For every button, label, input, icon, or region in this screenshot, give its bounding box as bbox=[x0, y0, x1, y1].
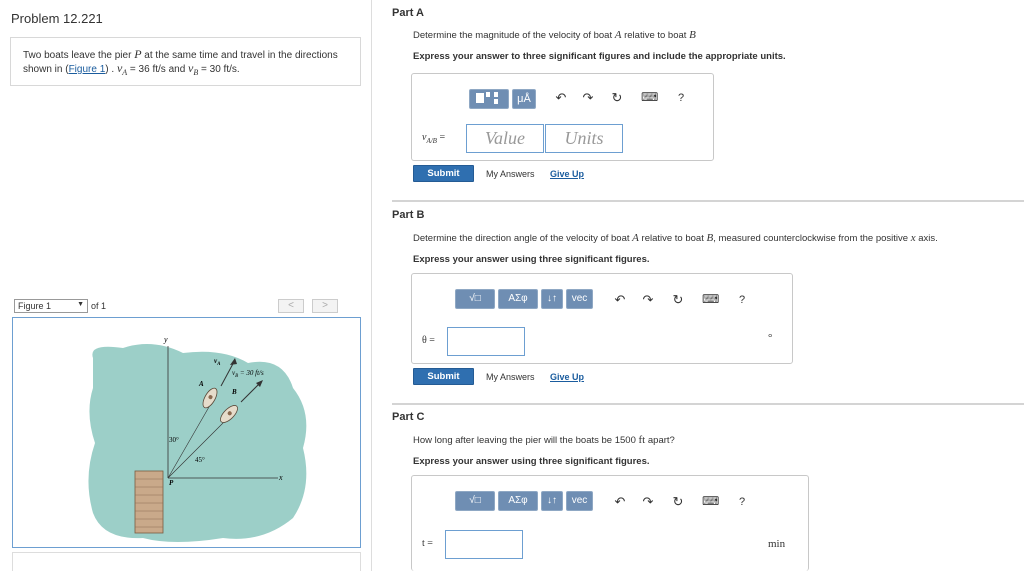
y-axis-label: y bbox=[163, 335, 168, 344]
degree-unit: ° bbox=[768, 332, 773, 344]
arrows-button[interactable]: ↓↑ bbox=[541, 491, 563, 511]
greek-button[interactable]: ΑΣφ bbox=[498, 289, 538, 309]
reset-icon[interactable]: ↻ bbox=[670, 292, 686, 308]
time-input[interactable] bbox=[445, 530, 523, 559]
part-b-submit-button[interactable]: Submit bbox=[413, 368, 474, 385]
help-icon[interactable]: ? bbox=[673, 92, 689, 104]
boat-b-label: B bbox=[231, 388, 237, 396]
boats-diagram: y x P A B vA vB = 30 ft/s 30° 45° bbox=[88, 335, 307, 542]
vector-button[interactable]: vec bbox=[566, 491, 593, 511]
part-b-give-up-link[interactable]: Give Up bbox=[550, 372, 584, 382]
problem-title: Problem 12.221 bbox=[11, 11, 103, 26]
figure-link[interactable]: Figure 1 bbox=[69, 64, 106, 75]
undo-icon[interactable]: ↶ bbox=[612, 292, 628, 308]
vector-button[interactable]: vec bbox=[566, 289, 593, 309]
angle-30-label: 30° bbox=[169, 436, 179, 444]
figure-select[interactable]: Figure 1 ▼ bbox=[14, 299, 88, 313]
units-input[interactable]: Units bbox=[545, 124, 623, 153]
part-a-instruction: Express your answer to three significant… bbox=[413, 51, 786, 62]
part-a-title[interactable]: Part A bbox=[392, 7, 424, 19]
redo-icon[interactable]: ↷ bbox=[580, 90, 596, 106]
help-icon[interactable]: ? bbox=[734, 496, 750, 508]
part-a-answer-label: vA/B = bbox=[422, 132, 446, 145]
part-b-my-answers-link[interactable]: My Answers bbox=[486, 372, 535, 382]
templates-button[interactable]: √□ bbox=[455, 289, 495, 309]
water-area bbox=[88, 344, 307, 542]
part-a-answer-box: μÅ ↶ ↷ ↻ ⌨ ? vA/B = Value Units bbox=[411, 73, 714, 161]
templates-button[interactable] bbox=[469, 89, 509, 109]
boat-a-label: A bbox=[198, 380, 204, 388]
part-c-answer-box: √□ ΑΣφ ↓↑ vec ↶ ↷ ↻ ⌨ ? t = min bbox=[411, 475, 809, 571]
parts-panel: Part A Determine the magnitude of the ve… bbox=[372, 0, 1024, 571]
part-a-question: Determine the magnitude of the velocity … bbox=[413, 29, 696, 41]
divider bbox=[392, 403, 1024, 405]
arrows-button[interactable]: ↓↑ bbox=[541, 289, 563, 309]
part-a-my-answers-link[interactable]: My Answers bbox=[486, 169, 535, 179]
pier-label: P bbox=[169, 479, 174, 487]
undo-icon[interactable]: ↶ bbox=[553, 90, 569, 106]
value-input[interactable]: Value bbox=[466, 124, 544, 153]
part-b-question: Determine the direction angle of the vel… bbox=[413, 232, 938, 244]
template-icon bbox=[476, 92, 498, 104]
part-a-submit-button[interactable]: Submit bbox=[413, 165, 474, 182]
prev-figure-button[interactable]: < bbox=[278, 299, 304, 313]
part-b-answer-box: √□ ΑΣφ ↓↑ vec ↶ ↷ ↻ ⌨ ? θ = ° bbox=[411, 273, 793, 364]
greek-button[interactable]: ΑΣφ bbox=[498, 491, 538, 511]
reset-icon[interactable]: ↻ bbox=[609, 90, 625, 106]
figure-count: of 1 bbox=[91, 301, 107, 311]
part-c-answer-label: t = bbox=[422, 538, 433, 549]
divider bbox=[392, 200, 1024, 202]
part-b-title[interactable]: Part B bbox=[392, 209, 424, 221]
keyboard-icon[interactable]: ⌨ bbox=[641, 90, 658, 104]
part-a-toolbar: μÅ ↶ ↷ ↻ ⌨ ? bbox=[469, 87, 701, 113]
redo-icon[interactable]: ↷ bbox=[640, 494, 656, 510]
part-c-question: How long after leaving the pier will the… bbox=[413, 434, 675, 446]
problem-panel: Problem 12.221 Two boats leave the pier … bbox=[0, 0, 372, 571]
part-b-instruction: Express your answer using three signific… bbox=[413, 254, 650, 265]
part-b-answer-label: θ = bbox=[422, 335, 435, 346]
help-icon[interactable]: ? bbox=[734, 294, 750, 306]
dropdown-caret-icon: ▼ bbox=[77, 301, 84, 308]
x-axis-label: x bbox=[278, 473, 283, 482]
part-a-give-up-link[interactable]: Give Up bbox=[550, 169, 584, 179]
minutes-unit: min bbox=[768, 538, 786, 550]
part-c-instruction: Express your answer using three signific… bbox=[413, 456, 650, 467]
undo-icon[interactable]: ↶ bbox=[612, 494, 628, 510]
pier bbox=[134, 470, 164, 534]
templates-button[interactable]: √□ bbox=[455, 491, 495, 511]
part-c-title[interactable]: Part C bbox=[392, 411, 424, 423]
figure-caption-area bbox=[12, 552, 361, 571]
units-symbol-button[interactable]: μÅ bbox=[512, 89, 536, 109]
theta-input[interactable] bbox=[447, 327, 525, 356]
keyboard-icon[interactable]: ⌨ bbox=[702, 292, 719, 306]
figure-navigation: Figure 1 ▼ of 1 < > bbox=[14, 299, 360, 315]
angle-45-label: 45° bbox=[195, 456, 205, 464]
keyboard-icon[interactable]: ⌨ bbox=[702, 494, 719, 508]
figure-image: y x P A B vA vB = 30 ft/s 30° 45° bbox=[12, 317, 361, 548]
reset-icon[interactable]: ↻ bbox=[670, 494, 686, 510]
redo-icon[interactable]: ↷ bbox=[640, 292, 656, 308]
problem-statement: Two boats leave the pier P at the same t… bbox=[10, 37, 361, 86]
next-figure-button[interactable]: > bbox=[312, 299, 338, 313]
